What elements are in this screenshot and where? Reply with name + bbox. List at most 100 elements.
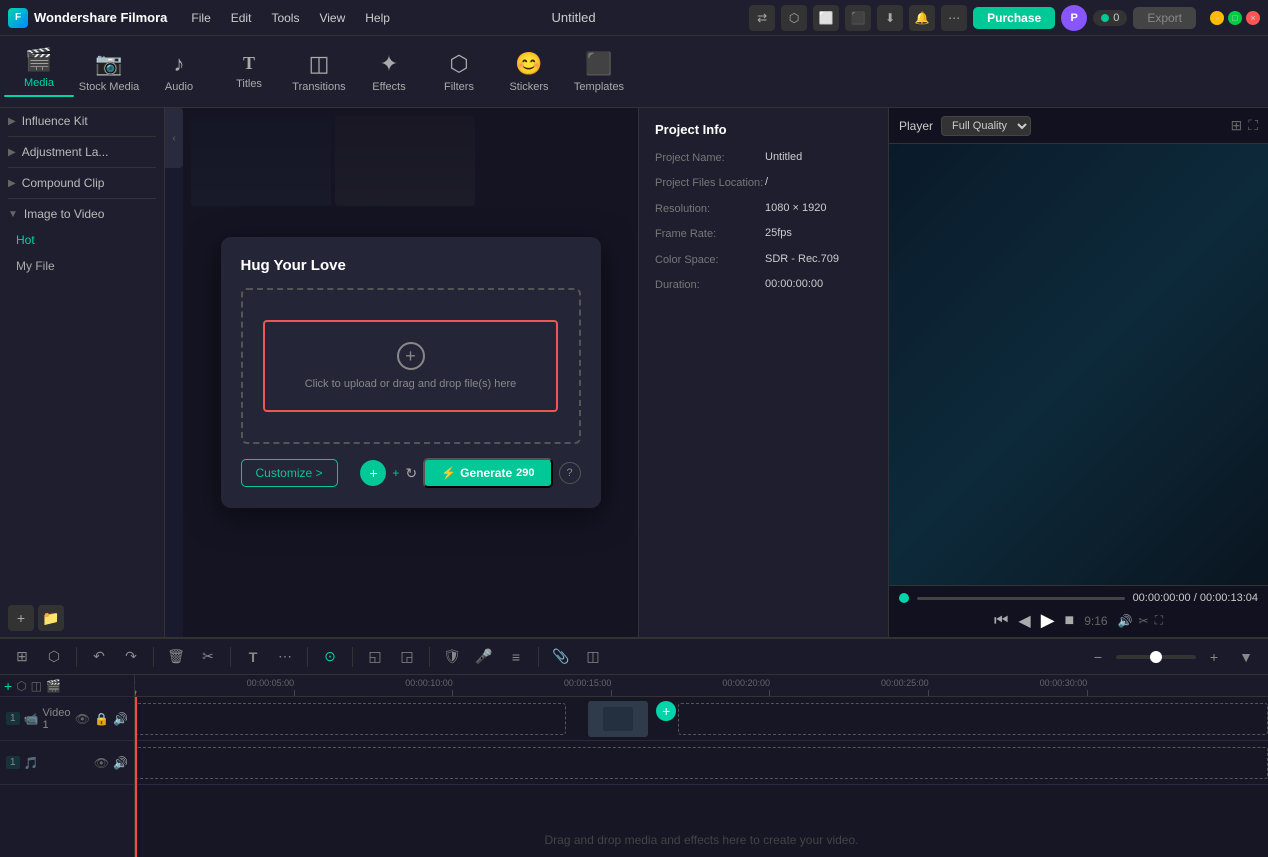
track-lock-icon-2[interactable]: 🔊 [113,756,128,770]
tab-transitions[interactable]: ◫ Transitions [284,38,354,106]
tab-templates[interactable]: ⬛ Templates [564,38,634,106]
menu-bar: File Edit Tools View Help [183,7,398,29]
track-drop-zone[interactable] [135,703,566,735]
stop-button[interactable]: ■ [1065,612,1075,630]
track-label-video1: Video 1 [43,707,71,731]
audio-drop-zone[interactable] [135,747,1268,779]
tl-link-btn[interactable]: 📎 [547,643,575,671]
generate-button[interactable]: ⚡ Generate 290 [423,458,552,488]
play-button[interactable]: ▶ [1041,610,1055,631]
player-expand-icon[interactable]: ⛶ [1248,117,1258,134]
tl-sep-2 [153,647,154,667]
help-button[interactable]: ? [559,462,581,484]
plus-label[interactable]: + [392,466,399,480]
tl-snap-btn[interactable]: ⬡ [40,643,68,671]
export-button[interactable]: Export [1133,7,1196,29]
track-icon-4[interactable]: 🎬 [46,679,61,693]
fullscreen-icon-ctrl[interactable]: ⛶ [1155,613,1163,628]
add-credit-button[interactable]: + [360,460,386,486]
audio-icon-ctrl[interactable]: 🔊 [1118,614,1133,628]
tab-audio[interactable]: ♪ Audio [144,38,214,106]
nav-icon-2[interactable]: ⬡ [781,5,807,31]
nav-icon-5[interactable]: ⬇ [877,5,903,31]
nav-icon-4[interactable]: ⬛ [845,5,871,31]
menu-file[interactable]: File [183,7,218,29]
tl-undo-btn[interactable]: ↶ [85,643,113,671]
menu-help[interactable]: Help [357,7,398,29]
maximize-button[interactable]: □ [1228,11,1242,25]
tab-filters[interactable]: ⬡ Filters [424,38,494,106]
info-label-location: Project Files Location: [655,176,765,191]
playhead[interactable] [135,697,137,857]
chevron-down-icon: ▼ [8,209,18,220]
add-track-btn[interactable]: + [4,678,12,694]
close-button[interactable]: × [1246,11,1260,25]
tab-titles[interactable]: T Titles [214,38,284,106]
tl-grid-btn[interactable]: ⊞ [8,643,36,671]
clip-thumbnail[interactable] [588,701,648,737]
tl-shield-btn[interactable]: 🛡 [438,643,466,671]
nav-icon-3[interactable]: ⬜ [813,5,839,31]
tl-settings-btn[interactable]: ≡ [502,643,530,671]
tab-effects[interactable]: ✦ Effects [354,38,424,106]
track-drop-zone-2[interactable] [678,703,1268,735]
profile-button[interactable]: P [1061,5,1087,31]
zoom-thumb[interactable] [1150,651,1162,663]
zoom-in-btn[interactable]: + [1200,643,1228,671]
track-audio-icon[interactable]: 🔊 [113,712,128,726]
track-lock-icon[interactable]: 🔒 [94,712,109,726]
tab-media[interactable]: 🎬 Media [4,38,74,106]
tl-merge-btn[interactable]: ◲ [393,643,421,671]
ruler-label-3: 00:00:15:00 [564,678,612,688]
zoom-slider[interactable] [1116,655,1196,659]
refresh-button[interactable]: ↻ [405,465,417,482]
sidebar-item-adjustment[interactable]: ▶ Adjustment La... [0,139,164,165]
sidebar-item-influence-kit[interactable]: ▶ Influence Kit [0,108,164,134]
track-icon-3[interactable]: ◫ [31,679,42,693]
sidebar-item-compound-clip[interactable]: ▶ Compound Clip [0,170,164,196]
nav-icon-6[interactable]: 🔔 [909,5,935,31]
add-media-button[interactable]: + [8,605,34,631]
menu-edit[interactable]: Edit [223,7,260,29]
tl-more-btn[interactable]: ⋯ [271,643,299,671]
player-grid-icon[interactable]: ⊞ [1230,117,1242,134]
menu-tools[interactable]: Tools [263,7,307,29]
purchase-button[interactable]: Purchase [973,7,1055,29]
nav-icon-7[interactable]: ⋯ [941,5,967,31]
cut-icon-ctrl[interactable]: ✂ [1139,614,1149,628]
tl-layout-btn[interactable]: ◫ [579,643,607,671]
tab-stickers[interactable]: 😊 Stickers [494,38,564,106]
customize-button[interactable]: Customize > [241,459,338,487]
zoom-more-btn[interactable]: ▼ [1232,643,1260,671]
track-eye-icon[interactable]: 👁 [75,712,90,726]
sidebar-collapse-button[interactable]: ‹ [165,108,183,168]
track-add-btn[interactable]: + [656,701,676,721]
tab-stock-media[interactable]: 📷 Stock Media [74,38,144,106]
quality-select[interactable]: Full Quality [941,116,1031,136]
menu-view[interactable]: View [311,7,353,29]
step-back-button[interactable]: ◀ [1018,611,1030,631]
progress-track[interactable] [917,597,1125,600]
zoom-out-btn[interactable]: − [1084,643,1112,671]
tl-cut-btn[interactable]: ✂ [194,643,222,671]
tl-redo-btn[interactable]: ↷ [117,643,145,671]
drag-drop-text: Drag and drop media and effects here to … [545,833,859,847]
sidebar-item-my-file[interactable]: My File [0,253,164,279]
tl-text-btn[interactable]: T [239,643,267,671]
tl-delete-btn[interactable]: 🗑 [162,643,190,671]
skip-back-button[interactable]: ⏮ [994,612,1008,630]
sidebar-item-hot[interactable]: Hot [0,227,164,253]
upload-zone[interactable]: + Click to upload or drag and drop file(… [241,288,581,444]
info-value-location: / [765,176,872,191]
track-eye-icon-2[interactable]: 👁 [94,756,109,770]
ruler-mark-3: 00:00:15:00 [611,690,612,696]
nav-icon-1[interactable]: ⇄ [749,5,775,31]
tl-mic-btn[interactable]: 🎤 [470,643,498,671]
tl-record-btn[interactable]: ⊙ [316,643,344,671]
tl-split-btn[interactable]: ◱ [361,643,389,671]
new-folder-button[interactable]: 📁 [38,605,64,631]
timeline-section: ⊞ ⬡ ↶ ↷ 🗑 ✂ T ⋯ ⊙ ◱ ◲ 🛡 🎤 ≡ 📎 ◫ − + ▼ [0,637,1268,857]
minimize-button[interactable]: − [1210,11,1224,25]
sidebar-item-image-to-video[interactable]: ▼ Image to Video [0,201,164,227]
track-icon-2[interactable]: ⬡ [16,679,26,693]
